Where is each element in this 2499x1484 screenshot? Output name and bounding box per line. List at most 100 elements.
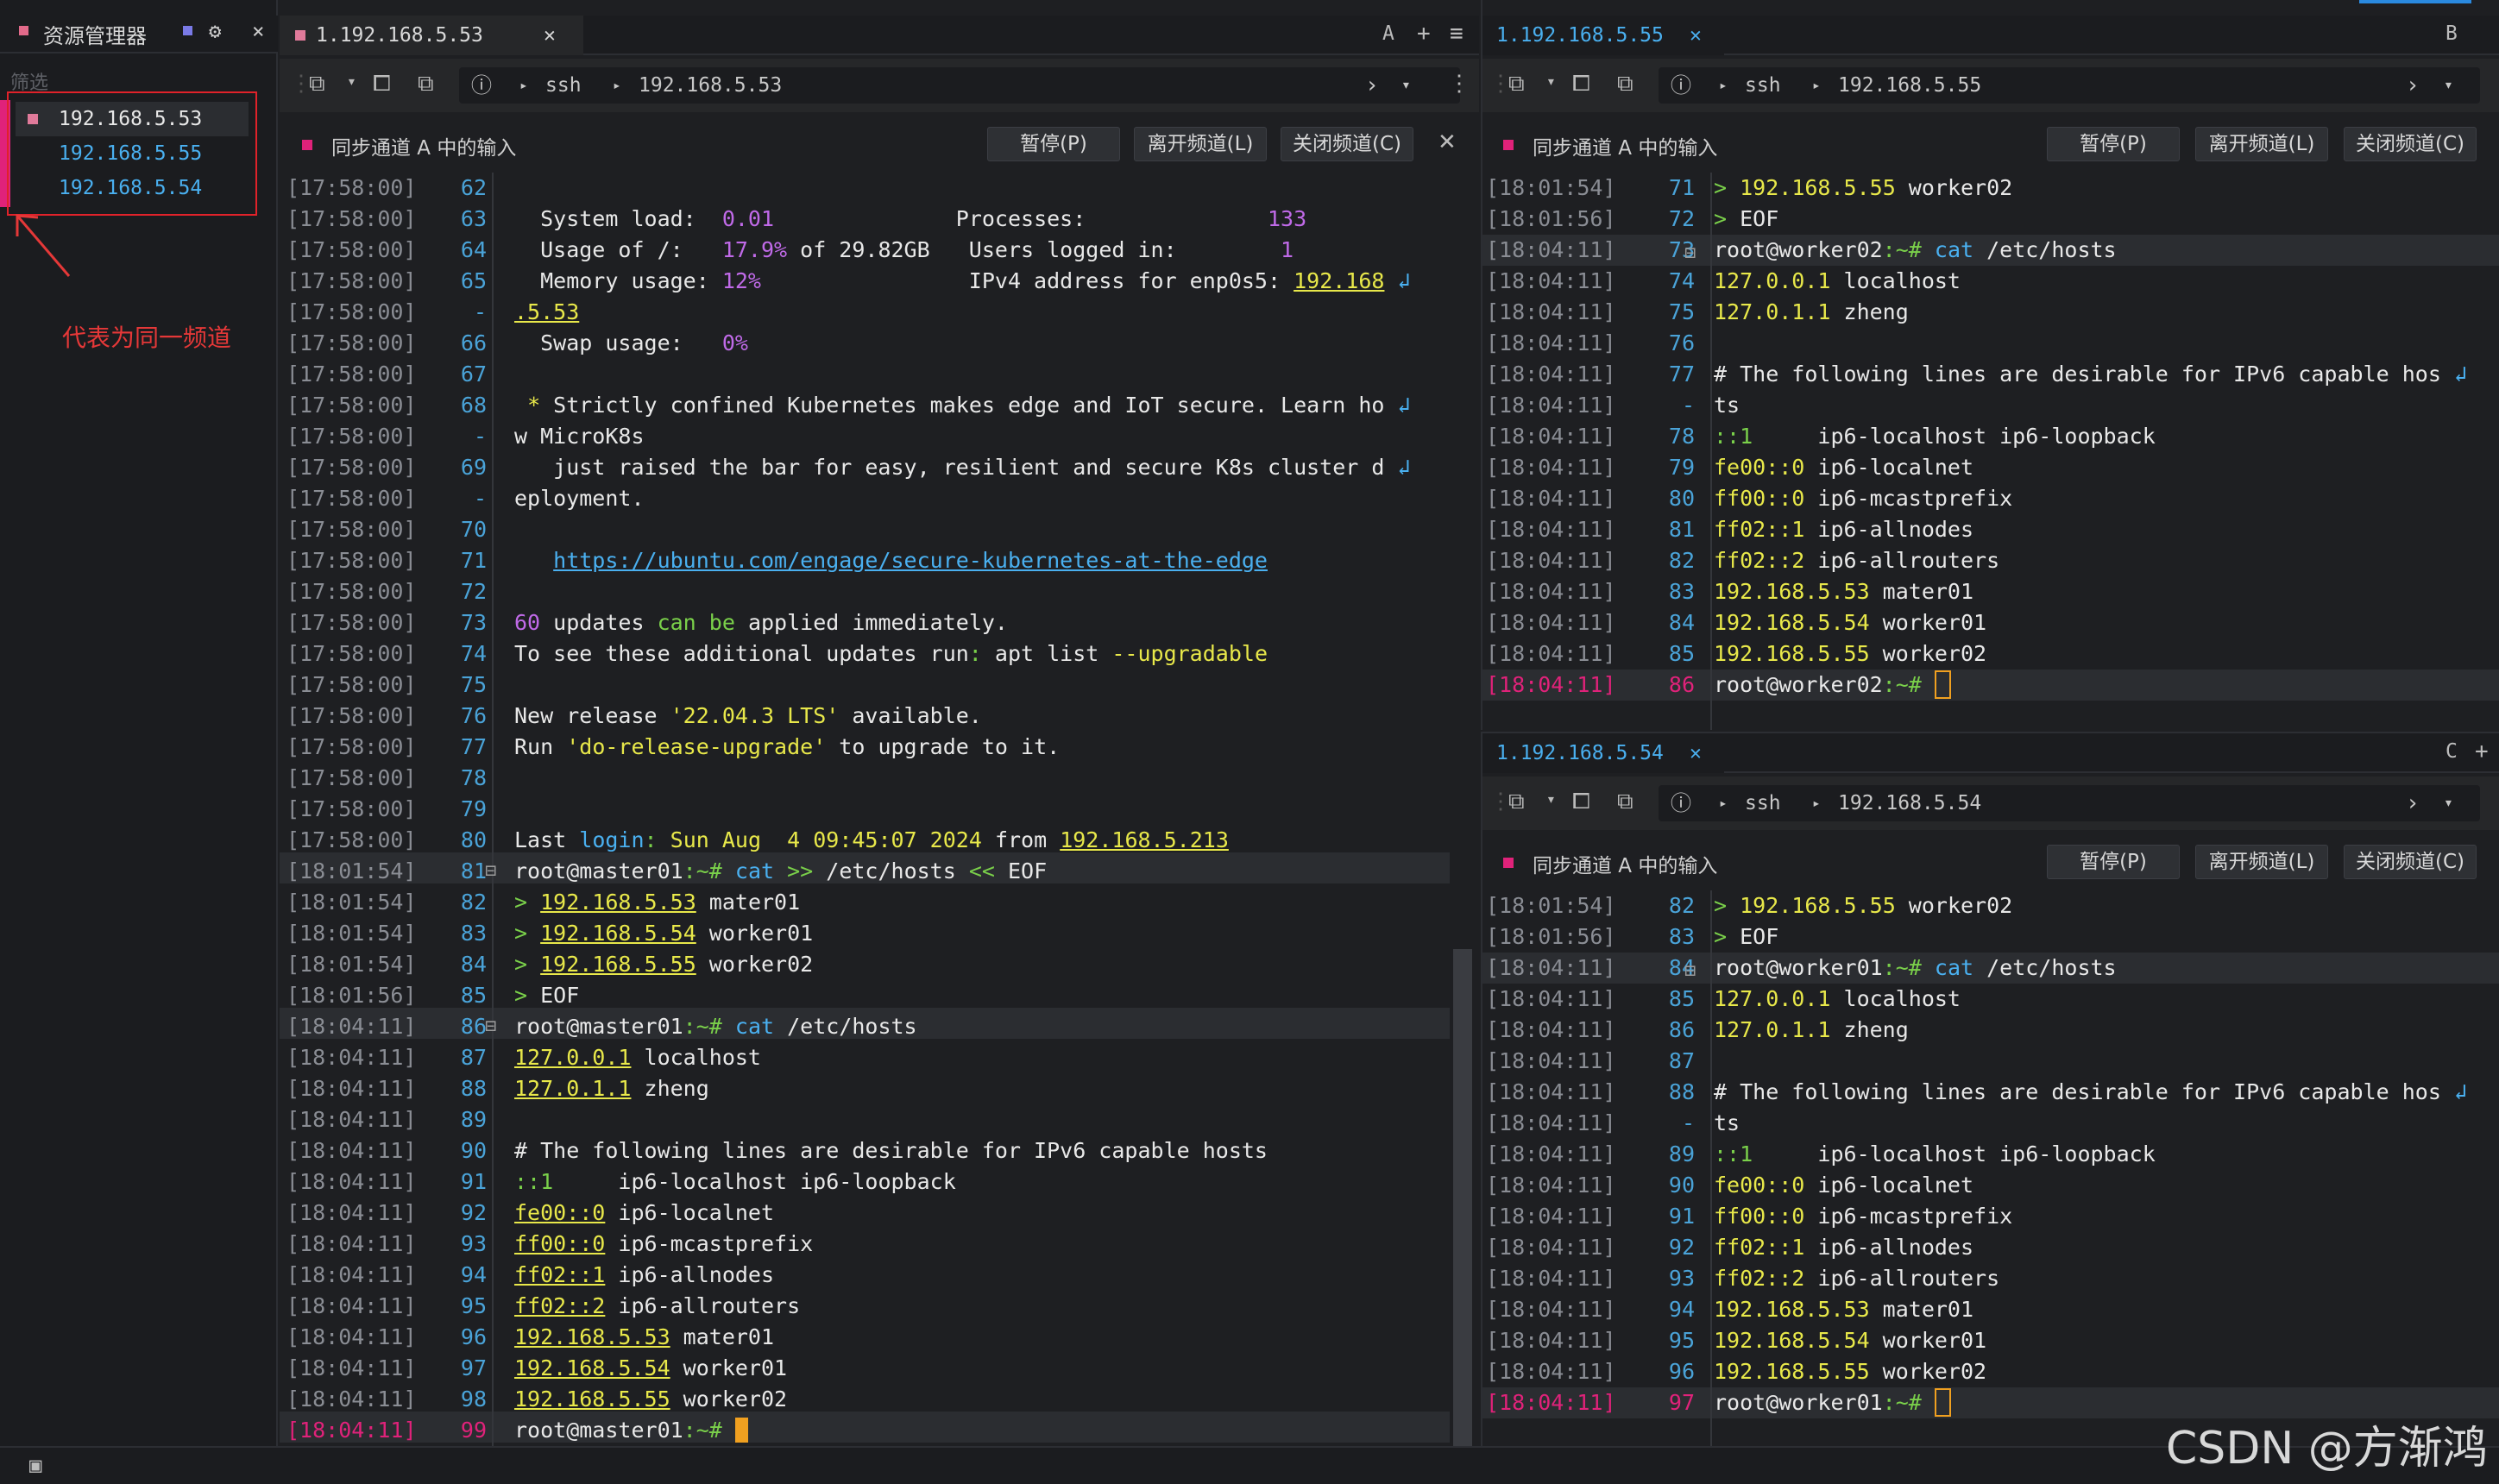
terminal-panel-55: 1.192.168.5.55 ✕ B ⋮ ⧉ ▾ ⧠ ⧉ ⓘ ▸ ssh ▸ 1… [1481, 0, 2499, 730]
terminal-text: > 192.168.5.55 worker02 > EOF root@worke… [1714, 175, 2467, 699]
new-session-icon[interactable]: ⧉ [309, 71, 325, 97]
chevron-down-icon[interactable]: ▾ [1546, 72, 1556, 91]
explorer-sidebar: 资源管理器 ⚙ × 筛选 192.168.5.53 192.168.5.55 1… [0, 0, 278, 1446]
timestamps: [18:01:54] [18:01:56] [18:04:11] [18:04:… [1486, 893, 1616, 1415]
host-label[interactable]: 192.168.5.55 [1838, 67, 1981, 104]
tab-letter: C [2445, 740, 2458, 763]
chevron-down-icon[interactable]: ▾ [2444, 67, 2453, 104]
tab-label: 1.192.168.5.55 [1496, 24, 1664, 47]
clone-icon[interactable]: ⧉ [418, 71, 434, 97]
tab-192-168-5-54[interactable]: 1.192.168.5.54 ✕ [1482, 733, 1724, 773]
terminal-text: System load: 0.01 Processes: 133 Usage o… [514, 206, 1411, 1443]
gutter-divider [1710, 173, 1712, 730]
sync-bar: 同步通道 A 中的输入 暂停(P) 离开频道(L) 关闭频道(C) [1482, 833, 2499, 890]
fold-icon[interactable]: ⊟ [485, 856, 496, 887]
menu-icon[interactable]: ≡ [1450, 21, 1464, 47]
status-bar: ▣ [0, 1446, 2499, 1484]
fold-icon[interactable]: ⊟ [485, 1011, 496, 1042]
info-icon[interactable]: ⓘ [1671, 67, 1691, 104]
info-icon[interactable]: ⓘ [1671, 785, 1691, 821]
sidebar-title[interactable]: 资源管理器 [43, 19, 147, 49]
protocol-label[interactable]: ssh [1745, 67, 1781, 104]
annotation-box [7, 91, 257, 216]
active-indicator [2359, 0, 2471, 3]
leave-channel-button[interactable]: 离开频道(L) [2195, 127, 2328, 161]
channel-icon [1503, 858, 1514, 868]
close-channel-button[interactable]: 关闭频道(C) [2344, 127, 2477, 161]
new-session-icon[interactable]: ⧉ [1508, 789, 1525, 815]
fold-icon[interactable]: ⊟ [1684, 956, 1696, 987]
channel-icon [302, 140, 312, 150]
session-icon [295, 30, 305, 41]
terminal-panel-54: 1.192.168.5.54 ✕ C + ⋮ ⧉ ▾ ⧠ ⧉ ⓘ ▸ ssh ▸… [1481, 732, 2499, 1448]
protocol-label[interactable]: ssh [545, 67, 582, 104]
separator-icon: ▸ [1719, 795, 1728, 811]
chevron-down-icon[interactable]: ▾ [2444, 785, 2453, 821]
panel-toggle-icon[interactable]: ▣ [29, 1453, 41, 1477]
pause-button[interactable]: 暂停(P) [2047, 845, 2180, 879]
duplicate-icon[interactable]: ⧠ [373, 71, 391, 97]
toolbar: ⋮ ⧉ ▾ ⧠ ⧉ ⓘ ▸ ssh ▸ 192.168.5.53 › ▾ ⋮ [280, 59, 1479, 112]
duplicate-icon[interactable]: ⧠ [1572, 71, 1590, 97]
host-label[interactable]: 192.168.5.54 [1838, 785, 1981, 821]
tab-label: 1.192.168.5.53 [316, 24, 483, 47]
more-icon[interactable]: ⋮ [1448, 71, 1470, 97]
gear-icon[interactable]: ⚙ [209, 19, 221, 43]
app-window: 资源管理器 ⚙ × 筛选 192.168.5.53 192.168.5.55 1… [0, 0, 2499, 1484]
clone-icon[interactable]: ⧉ [1617, 789, 1633, 815]
scrollbar[interactable] [1453, 949, 1472, 1446]
close-icon[interactable]: ✕ [1690, 733, 1702, 773]
pin-icon[interactable] [183, 26, 192, 35]
address-bar[interactable]: ⓘ ▸ ssh ▸ 192.168.5.55 › ▾ [1659, 67, 2480, 104]
watermark: CSDN @方渐鸿 [2166, 1423, 2488, 1475]
tab-192-168-5-55[interactable]: 1.192.168.5.55 ✕ [1482, 16, 1724, 55]
close-icon[interactable]: ✕ [1690, 16, 1702, 55]
pause-button[interactable]: 暂停(P) [2047, 127, 2180, 161]
chevron-right-icon[interactable]: › [2406, 67, 2420, 104]
gutter-divider [492, 173, 494, 1446]
add-tab-icon[interactable]: + [1417, 21, 1431, 47]
terminal-output[interactable]: [18:01:54] [18:01:56] [18:04:11] [18:04:… [1482, 173, 2499, 730]
close-icon[interactable]: ✕ [544, 16, 556, 55]
leave-channel-button[interactable]: 离开频道(L) [1134, 127, 1267, 161]
channel-icon [1503, 140, 1514, 150]
chevron-right-icon[interactable]: › [2406, 785, 2420, 821]
close-channel-button[interactable]: 关闭频道(C) [1281, 127, 1413, 161]
tab-letter: A [1382, 22, 1394, 45]
leave-channel-button[interactable]: 离开频道(L) [2195, 845, 2328, 879]
timestamps: [18:01:54] [18:01:56] [18:04:11] [18:04:… [1486, 175, 1616, 697]
chevron-down-icon[interactable]: ▾ [347, 72, 356, 91]
close-icon[interactable]: × [252, 19, 264, 43]
tabbar: 1.192.168.5.53 ✕ A + ≡ [280, 16, 1479, 55]
info-icon[interactable]: ⓘ [471, 67, 492, 104]
tab-192-168-5-53[interactable]: 1.192.168.5.53 ✕ [280, 16, 583, 55]
duplicate-icon[interactable]: ⧠ [1572, 789, 1590, 815]
sync-bar: 同步通道 A 中的输入 暂停(P) 离开频道(L) 关闭频道(C) [1482, 116, 2499, 173]
protocol-label[interactable]: ssh [1745, 785, 1781, 821]
close-channel-button[interactable]: 关闭频道(C) [2344, 845, 2477, 879]
add-tab-icon[interactable]: + [2475, 739, 2489, 764]
new-session-icon[interactable]: ⧉ [1508, 71, 1525, 97]
terminal-output[interactable]: [18:01:54] [18:01:56] [18:04:11] [18:04:… [1482, 890, 2499, 1448]
toolbar: ⋮ ⧉ ▾ ⧠ ⧉ ⓘ ▸ ssh ▸ 192.168.5.54 › ▾ [1482, 777, 2499, 830]
terminal-output[interactable]: [17:58:00] [17:58:00] [17:58:00] [17:58:… [280, 173, 1479, 1446]
explorer-tab-icon [19, 26, 28, 35]
timestamps: [17:58:00] [17:58:00] [17:58:00] [17:58:… [286, 175, 417, 1443]
clone-icon[interactable]: ⧉ [1617, 71, 1633, 97]
fold-icon[interactable]: ⊟ [1684, 238, 1696, 269]
sync-label: 同步通道 A 中的输入 [1533, 855, 1718, 877]
separator-icon: ▸ [1719, 77, 1728, 93]
line-numbers: 62 63 64 65 - 66 67 68 - 69 - 70 71 72 7… [460, 175, 487, 1443]
pause-button[interactable]: 暂停(P) [987, 127, 1120, 161]
separator-icon: ▸ [613, 77, 621, 93]
host-label[interactable]: 192.168.5.53 [639, 67, 782, 104]
tab-letter: B [2445, 22, 2458, 45]
terminal-panel-53: 1.192.168.5.53 ✕ A + ≡ ⋮ ⧉ ▾ ⧠ ⧉ ⓘ ▸ ssh… [280, 0, 1479, 1446]
address-bar[interactable]: ⓘ ▸ ssh ▸ 192.168.5.53 › ▾ [459, 67, 1460, 104]
address-bar[interactable]: ⓘ ▸ ssh ▸ 192.168.5.54 › ▾ [1659, 785, 2480, 821]
chevron-down-icon[interactable]: ▾ [1401, 67, 1411, 104]
chevron-right-icon[interactable]: › [1365, 67, 1379, 104]
close-icon[interactable]: ✕ [1438, 129, 1457, 155]
terminal-text: > 192.168.5.55 worker02 > EOF root@worke… [1714, 893, 2467, 1417]
chevron-down-icon[interactable]: ▾ [1546, 790, 1556, 808]
